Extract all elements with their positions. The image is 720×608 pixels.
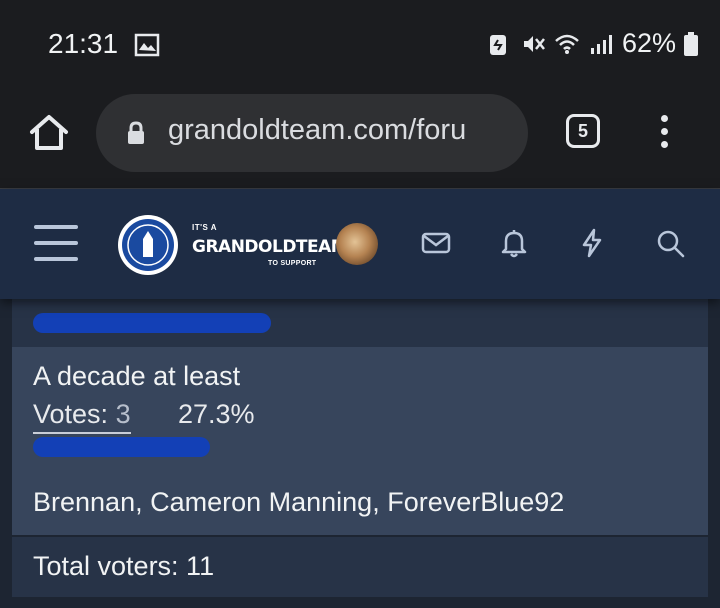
total-voters-row: Total voters: 11 <box>12 537 708 597</box>
site-header: IT'S A GRANDOLDTEAM TO SUPPORT <box>0 189 720 299</box>
status-icons: 62% <box>486 28 698 59</box>
club-crest-logo[interactable] <box>118 215 178 275</box>
hamburger-menu-icon[interactable] <box>34 225 78 261</box>
brand-tagline-bottom: TO SUPPORT <box>268 260 317 267</box>
mute-icon <box>523 35 545 52</box>
vote-bar <box>33 437 210 457</box>
envelope-icon[interactable] <box>420 227 452 259</box>
search-icon[interactable] <box>654 227 686 259</box>
poll-choice: A decade at least Votes: 3 27.3% Brennan… <box>12 347 708 535</box>
brand-tagline-top: IT'S A <box>192 223 218 232</box>
browser-menu-icon[interactable] <box>650 112 678 152</box>
voter-list: Brennan, Cameron Manning, ForeverBlue92 <box>33 487 565 517</box>
lightning-icon[interactable] <box>576 227 608 259</box>
battery-percent: 62% <box>621 28 676 58</box>
signal-icon <box>590 34 612 54</box>
gallery-notification-icon <box>134 33 160 57</box>
votes-label: Votes: <box>33 399 116 429</box>
status-bar: 21:31 62% <box>0 0 720 90</box>
home-icon[interactable] <box>26 110 72 156</box>
votes-link[interactable]: Votes: 3 <box>33 399 131 434</box>
address-bar[interactable]: grandoldteam.com/foru <box>96 94 528 172</box>
lock-icon <box>128 121 144 144</box>
battery-icon <box>684 31 698 56</box>
tab-switcher-button[interactable]: 5 <box>566 114 600 148</box>
poll-results: A decade at least Votes: 3 27.3% Brennan… <box>0 299 720 608</box>
poll-choice-previous <box>12 299 708 347</box>
browser-toolbar: grandoldteam.com/foru 5 <box>0 90 720 189</box>
votes-count: 3 <box>115 399 131 429</box>
choice-label: A decade at least <box>33 361 241 391</box>
bell-icon[interactable] <box>498 227 530 259</box>
user-avatar[interactable] <box>336 223 378 265</box>
battery-saver-icon <box>489 34 506 55</box>
total-voters: Total voters: 11 <box>33 551 215 581</box>
url-text: grandoldteam.com/foru <box>168 114 467 146</box>
brand-name[interactable]: GRANDOLDTEAM <box>192 237 348 257</box>
previous-vote-bar <box>33 313 271 333</box>
wifi-icon <box>555 34 579 54</box>
vote-percentage: 27.3% <box>178 399 255 429</box>
tower-icon <box>127 224 169 266</box>
status-time: 21:31 <box>48 28 119 59</box>
